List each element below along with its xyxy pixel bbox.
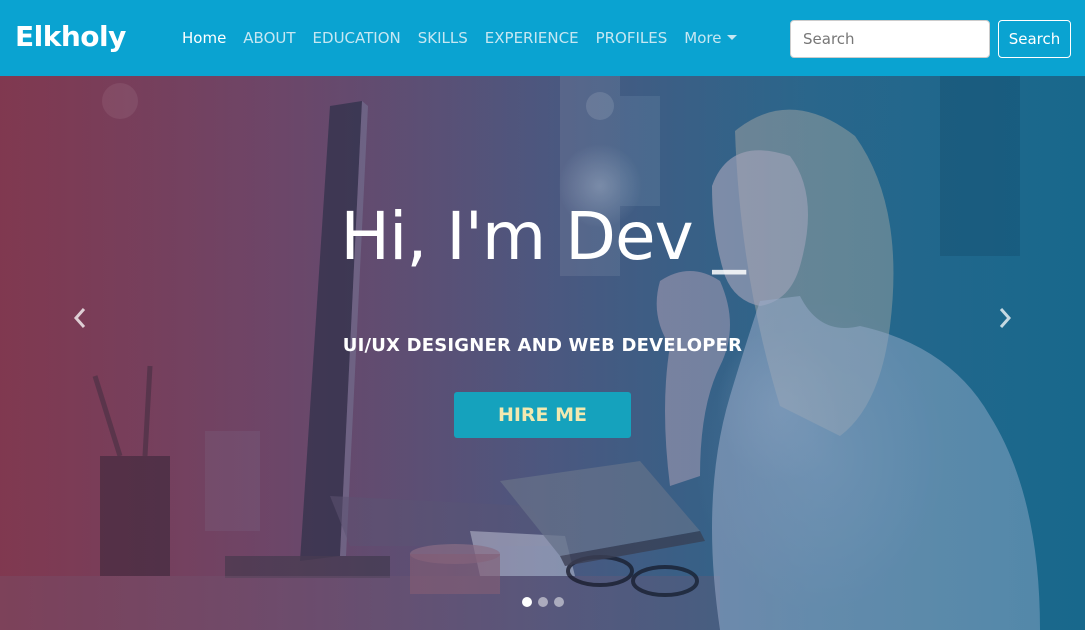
hero-title: Hi, I'm Dev _ xyxy=(0,204,1085,270)
navbar: Elkholy Home ABOUT EDUCATION SKILLS EXPE… xyxy=(0,0,1085,76)
typing-cursor: _ xyxy=(712,198,746,275)
carousel-prev-button[interactable] xyxy=(68,303,92,333)
search-button[interactable]: Search xyxy=(998,20,1071,58)
nav-link-home[interactable]: Home xyxy=(182,29,226,47)
nav-link-experience[interactable]: EXPERIENCE xyxy=(485,29,579,47)
carousel-indicator-3[interactable] xyxy=(554,597,564,607)
chevron-left-icon xyxy=(73,308,86,328)
nav-links: Home ABOUT EDUCATION SKILLS EXPERIENCE P… xyxy=(182,29,754,47)
nav-dropdown-more[interactable]: More xyxy=(684,29,738,47)
carousel-indicator-1[interactable] xyxy=(522,597,532,607)
hire-me-button[interactable]: HIRE ME xyxy=(454,392,631,438)
carousel-indicators xyxy=(522,597,564,607)
caret-down-icon xyxy=(727,35,738,40)
carousel-next-button[interactable] xyxy=(993,303,1017,333)
nav-link-profiles[interactable]: PROFILES xyxy=(596,29,668,47)
chevron-right-icon xyxy=(999,308,1012,328)
nav-link-skills[interactable]: SKILLS xyxy=(418,29,468,47)
search-input[interactable] xyxy=(790,20,990,58)
hero-subtitle: UI/UX DESIGNER AND WEB DEVELOPER xyxy=(342,335,743,356)
carousel-indicator-2[interactable] xyxy=(538,597,548,607)
hero-carousel: Hi, I'm Dev _ UI/UX DESIGNER AND WEB DEV… xyxy=(0,76,1085,630)
hero-title-text: Hi, I'm Dev xyxy=(340,198,693,275)
nav-link-education[interactable]: EDUCATION xyxy=(313,29,401,47)
brand-logo[interactable]: Elkholy xyxy=(15,20,126,53)
nav-link-about[interactable]: ABOUT xyxy=(243,29,295,47)
nav-link-more-label: More xyxy=(684,29,722,47)
